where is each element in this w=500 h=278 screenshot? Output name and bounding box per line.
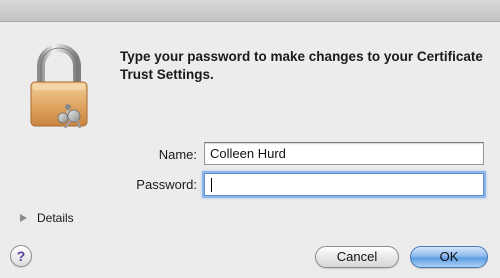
prompt-message: Type your password to make changes to yo… [120,49,483,82]
password-field[interactable] [204,173,484,196]
help-button[interactable]: ? [10,245,32,267]
ok-button[interactable]: OK [410,246,488,268]
name-label: Name: [158,147,197,162]
name-field[interactable]: Colleen Hurd [204,142,484,165]
disclosure-triangle-icon[interactable] [20,214,27,222]
cancel-button[interactable]: Cancel [315,246,399,268]
text-caret [211,178,212,192]
authentication-dialog: Type your password to make changes to yo… [0,22,500,278]
details-label[interactable]: Details [37,211,74,225]
lock-icon [28,40,90,129]
window-titlebar[interactable] [0,0,500,22]
password-label: Password: [136,177,197,192]
